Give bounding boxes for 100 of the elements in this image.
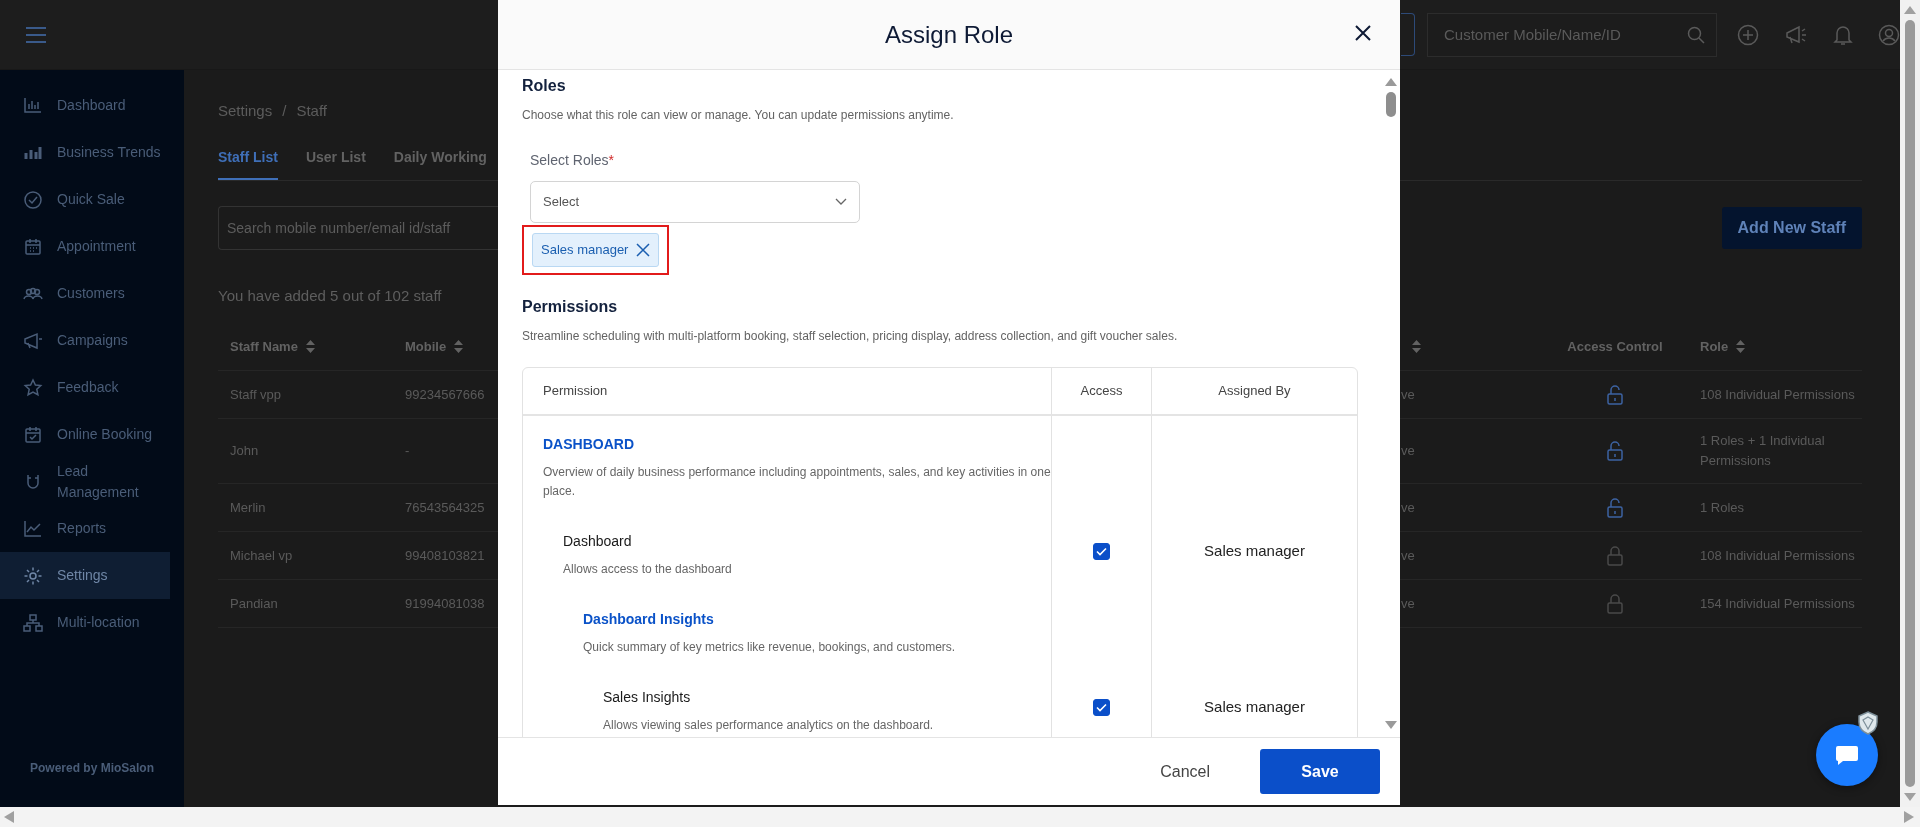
powered-by-text: Powered by MioSalon	[29, 760, 155, 777]
table-cell-text: 1 Roles	[1700, 498, 1745, 517]
dialog-title: Assign Role	[884, 19, 1014, 50]
permission-title: Dashboard	[563, 531, 633, 551]
assigned-by-text: Sales manager	[1204, 541, 1305, 562]
breadcrumb-item[interactable]: Settings	[218, 100, 273, 123]
check-circle-icon	[23, 189, 43, 210]
unlocked-icon[interactable]	[1607, 441, 1623, 461]
megaphone-icon	[23, 330, 43, 351]
profile-icon[interactable]	[1878, 23, 1900, 46]
sidebar-item[interactable]: Dashboard	[0, 82, 170, 129]
sort-icon[interactable]	[1736, 340, 1746, 353]
table-cell-text: 154 Individual Permissions	[1700, 594, 1855, 613]
breadcrumb-item: Staff	[296, 101, 327, 121]
sort-icon[interactable]	[454, 340, 464, 353]
bell-icon[interactable]	[1833, 23, 1853, 46]
permission-description: Allows access to the dashboard	[563, 560, 733, 578]
sidebar-item[interactable]: Reports	[0, 505, 170, 552]
scroll-up-icon[interactable]	[1904, 6, 1916, 14]
table-cell-text: 99234567666	[405, 385, 485, 404]
shield-icon	[1857, 711, 1879, 735]
column-header: Access	[1080, 381, 1123, 400]
tab[interactable]: User List	[305, 142, 366, 180]
table-cell-text: 1 Roles + 1 Individual Permissions	[1700, 432, 1826, 470]
breadcrumb-separator: /	[282, 101, 287, 121]
table-cell-text: Pandian	[230, 594, 278, 613]
field-label: Select Roles*	[530, 151, 616, 170]
checkbox[interactable]	[1093, 543, 1110, 560]
column-header[interactable]: Staff Name	[230, 336, 298, 357]
scroll-left-icon[interactable]	[4, 811, 14, 823]
column-header[interactable]: Role	[1700, 336, 1729, 357]
tab[interactable]: Staff List	[218, 142, 278, 180]
roles-select[interactable]: Select	[530, 181, 860, 223]
sidebar-item[interactable]: Customers	[0, 270, 170, 317]
table-cell-text: ve	[1401, 442, 1415, 461]
column-header: Permission	[543, 381, 608, 400]
checkbox[interactable]	[1093, 699, 1110, 716]
sidebar-item[interactable]: Business Trends	[0, 129, 170, 176]
gear-icon	[23, 565, 43, 586]
scroll-up-icon[interactable]	[1385, 78, 1397, 86]
permission-description: Allows viewing sales performance analytics on the dashboard.	[603, 716, 935, 734]
table-cell-text: ve	[1401, 594, 1415, 613]
bar-chart-icon	[23, 95, 43, 116]
save-button[interactable]: Save	[1260, 749, 1380, 794]
customer-search-field[interactable]: Customer Mobile/Name/ID	[1427, 12, 1717, 57]
scrollbar-thumb[interactable]	[1905, 20, 1915, 787]
sidebar-item[interactable]: Multi-location	[0, 599, 170, 646]
chevron-icon	[835, 198, 847, 206]
scrollbar-thumb[interactable]	[1386, 92, 1396, 117]
calendar-check-icon	[23, 424, 43, 445]
assigned-by-text: Sales manager	[1204, 697, 1305, 718]
remove-icon[interactable]	[636, 242, 651, 257]
lock-icon[interactable]	[1607, 593, 1623, 614]
megaphone-icon[interactable]	[1784, 23, 1808, 46]
tab[interactable]: Daily Working	[393, 142, 487, 180]
table-cell-text: Michael vp	[230, 546, 293, 565]
scroll-right-icon[interactable]	[1904, 811, 1914, 823]
scroll-down-icon[interactable]	[1904, 793, 1916, 801]
table-cell-text: ve	[1401, 498, 1415, 517]
scroll-down-icon[interactable]	[1385, 721, 1397, 729]
table-cell-text: 91994081038	[405, 594, 485, 613]
check-icon	[1096, 547, 1107, 556]
sidebar-item[interactable]: Online Booking	[0, 411, 170, 458]
table-cell-text: John	[230, 442, 259, 461]
sidebar-item[interactable]: Quick Sale	[0, 176, 170, 223]
column-header[interactable]: Access Control	[1567, 336, 1663, 357]
sort-icon[interactable]	[1412, 340, 1421, 353]
sidebar-item[interactable]: Appointment	[0, 223, 170, 270]
permission-description: Overview of daily business performance including appointments, sales, and key activities in one place.	[543, 463, 1051, 500]
unlocked-icon[interactable]	[1607, 497, 1623, 518]
role-chip: Sales manager	[532, 233, 660, 267]
cancel-button[interactable]: Cancel	[1154, 758, 1216, 785]
lock-icon[interactable]	[1607, 545, 1623, 566]
sidebar-item[interactable]: Feedback	[0, 364, 170, 411]
calendar-icon	[23, 236, 43, 257]
table-cell-text: -	[405, 442, 410, 461]
section-description: Streamline scheduling with multi-platform booking, staff selection, pricing display, address collection, and gift voucher sales.	[522, 327, 1179, 345]
header-button[interactable]	[1401, 13, 1415, 56]
permission-group-title: Dashboard Insights	[583, 609, 715, 629]
menu-icon[interactable]	[25, 27, 47, 44]
add-staff-button[interactable]: Add New Staff	[1721, 206, 1862, 249]
close-icon[interactable]	[1354, 24, 1372, 42]
search-icon[interactable]	[1687, 25, 1705, 44]
sidebar-item[interactable]: Lead Management	[0, 458, 170, 505]
table-cell-text: 99408103821	[405, 546, 485, 565]
sidebar-item[interactable]: Campaigns	[0, 317, 170, 364]
column-header: Assigned By	[1218, 381, 1291, 400]
line-chart-icon	[23, 518, 43, 539]
column-header[interactable]: Mobile	[405, 336, 447, 357]
sidebar-item[interactable]: Settings	[0, 552, 170, 599]
unlocked-icon[interactable]	[1607, 384, 1623, 405]
add-icon[interactable]	[1737, 23, 1759, 46]
table-cell-text: ve	[1401, 546, 1415, 565]
table-cell-text: Merlin	[230, 498, 266, 517]
section-description: Choose what this role can view or manage. You can update permissions anytime.	[522, 107, 955, 124]
star-icon	[23, 377, 43, 398]
staff-search-field[interactable]: Search mobile number/email id/staff	[218, 205, 498, 250]
sort-icon[interactable]	[305, 340, 315, 353]
table-cell-text: Staff vpp	[230, 385, 282, 404]
chat-icon	[1835, 744, 1859, 766]
